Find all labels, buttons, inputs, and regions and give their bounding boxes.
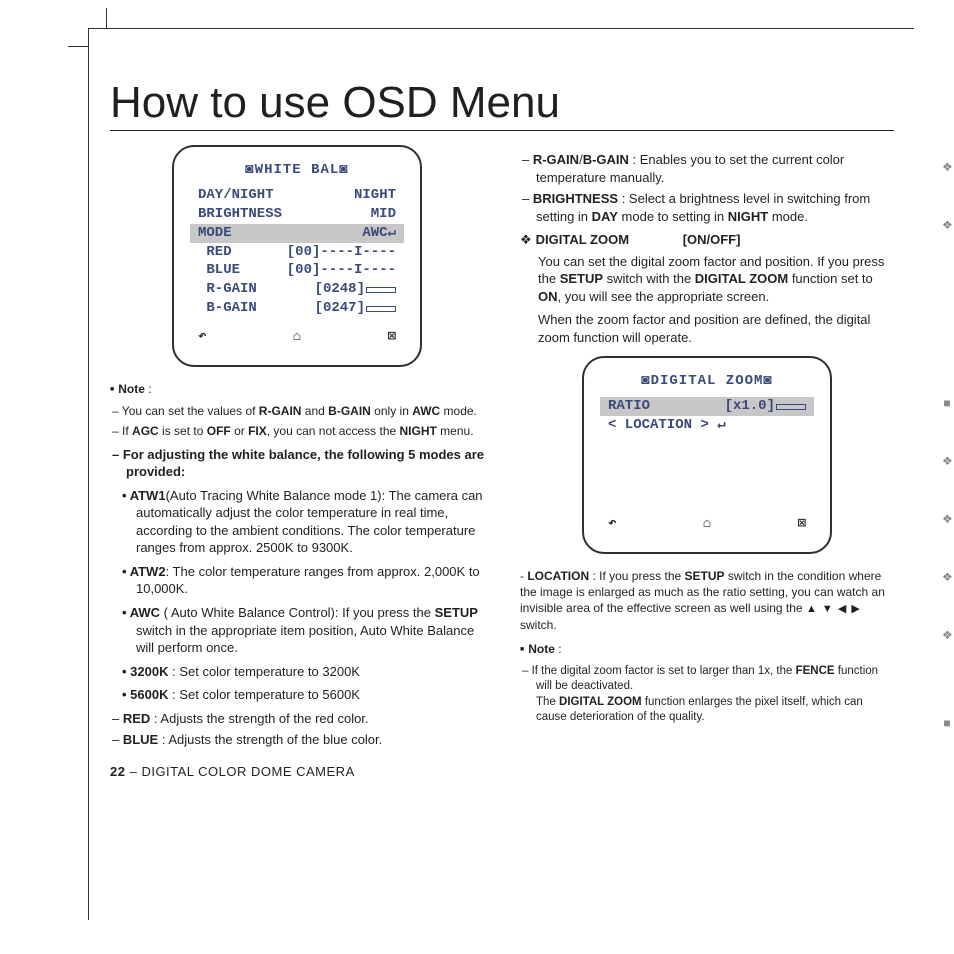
arrow-icons: ▲ ▼ ◀ ▶ [806, 603, 861, 615]
left-column: ◙WHITE BAL◙ DAY/NIGHTNIGHT BRIGHTNESSMID… [110, 145, 484, 780]
wb-heading: For adjusting the white balance, the fol… [126, 446, 484, 481]
osd-title: ◙DIGITAL ZOOM◙ [608, 372, 806, 391]
home-icon: ⌂ [703, 515, 711, 534]
osd-digital-zoom: ◙DIGITAL ZOOM◙ RATIO[x1.0] < LOCATION > … [582, 356, 832, 554]
back-icon: ↶ [608, 515, 616, 534]
right-column: R-GAIN/B-GAIN : Enables you to set the c… [520, 145, 894, 780]
back-icon: ↶ [198, 328, 206, 347]
rgain-brightness-list: R-GAIN/B-GAIN : Enables you to set the c… [520, 151, 894, 225]
note-list: You can set the values of R-GAIN and B-G… [110, 403, 484, 439]
dz-para-2: When the zoom factor and position are de… [538, 311, 894, 346]
dz-para-1: You can set the digital zoom factor and … [538, 253, 894, 306]
digital-zoom-heading: ❖DIGITAL ZOOM [ON/OFF] [520, 231, 894, 249]
note-heading: ■Note : [110, 381, 484, 397]
osd-white-bal: ◙WHITE BAL◙ DAY/NIGHTNIGHT BRIGHTNESSMID… [172, 145, 422, 367]
page-title: How to use OSD Menu [110, 78, 894, 131]
note-list-2: If the digital zoom factor is set to lar… [520, 664, 894, 726]
wb-modes-list: ATW1(Auto Tracing White Balance mode 1):… [114, 487, 484, 704]
location-para: - LOCATION : If you press the SETUP swit… [520, 568, 894, 633]
wb-section: For adjusting the white balance, the fol… [110, 446, 484, 481]
home-icon: ⌂ [293, 328, 301, 347]
page-footer: 22 – DIGITAL COLOR DOME CAMERA [110, 763, 484, 781]
close-icon: ⊠ [798, 515, 806, 534]
note-heading-2: ■Note : [520, 641, 894, 657]
osd-title: ◙WHITE BAL◙ [198, 161, 396, 180]
red-blue-list: RED : Adjusts the strength of the red co… [110, 710, 484, 749]
close-icon: ⊠ [388, 328, 396, 347]
